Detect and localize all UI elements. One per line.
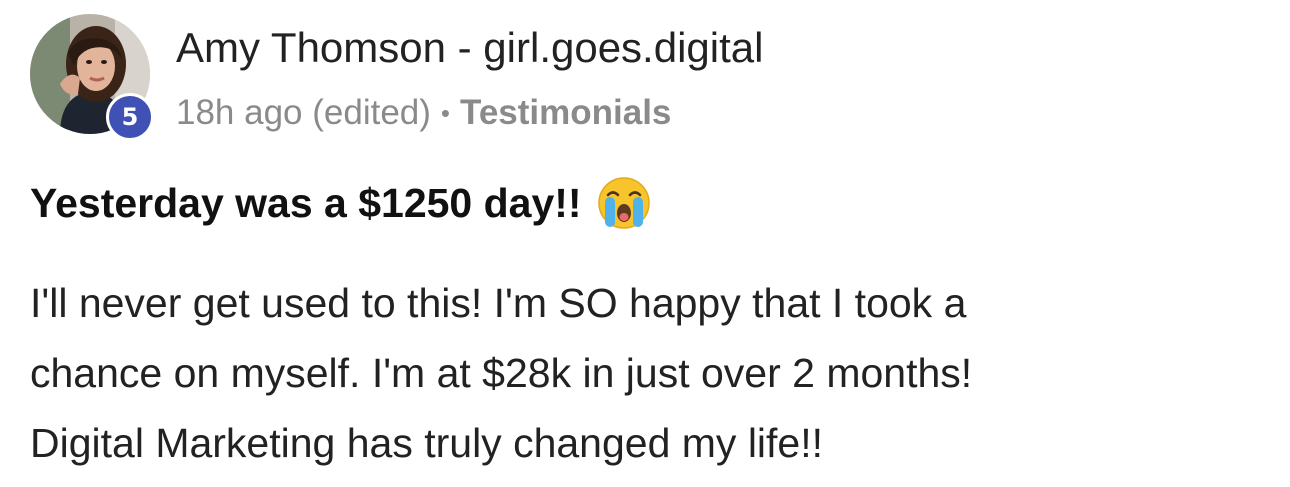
meta-separator: • [440, 97, 451, 128]
post-body-line: I'll never get used to this! I'm SO happ… [30, 280, 967, 326]
level-badge: 5 [106, 93, 154, 141]
post-category-link[interactable]: Testimonials [460, 93, 671, 133]
post-body-line: chance on myself. I'm at $28k in just ov… [30, 350, 973, 396]
post-card: 5 Amy Thomson - girl.goes.digital 18h ag… [0, 0, 1290, 487]
post-body-line: Digital Marketing has truly changed my l… [30, 420, 824, 466]
author-avatar-group[interactable]: 5 [30, 14, 154, 141]
post-title-text: Yesterday was a $1250 day!! [30, 179, 582, 226]
post-body: I'll never get used to this! I'm SO happ… [30, 268, 1270, 478]
author-name[interactable]: Amy Thomson - girl.goes.digital [176, 24, 763, 72]
loudly-crying-face-icon [596, 175, 652, 231]
post-title: Yesterday was a $1250 day!! [30, 175, 652, 231]
post-time: 18h ago (edited) [176, 93, 431, 132]
post-meta: 18h ago (edited) • Testimonials [176, 93, 671, 133]
